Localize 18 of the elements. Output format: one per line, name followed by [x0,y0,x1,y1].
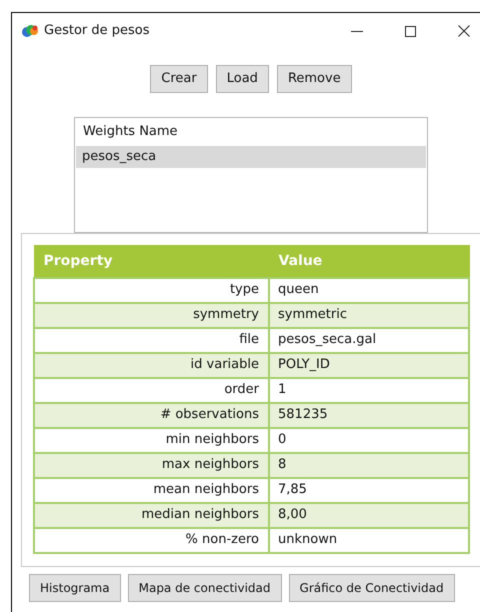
table-cell: unknown [269,528,469,552]
table-cell: type [34,278,269,302]
list-header: Weights Name [82,123,179,142]
action-button[interactable]: Gráfico de Conectividad [288,574,455,602]
window-title: Gestor de pesos [44,22,150,40]
close-icon[interactable] [458,25,470,37]
action-button[interactable]: Mapa de conectividad [128,574,282,602]
app-logo-icon [21,24,39,38]
toolbar-button[interactable]: Remove [276,65,352,93]
toolbar-button[interactable]: Load [216,65,269,93]
table-cell: % non-zero [34,528,269,552]
maximize-icon[interactable] [405,26,416,36]
column-header: Property [34,246,269,278]
action-button[interactable]: Histograma [29,574,121,602]
list-item[interactable]: pesos_seca [76,146,426,168]
table-cell: queen [269,278,469,302]
column-header: Value [269,246,469,278]
toolbar-button[interactable]: Crear [150,65,208,93]
